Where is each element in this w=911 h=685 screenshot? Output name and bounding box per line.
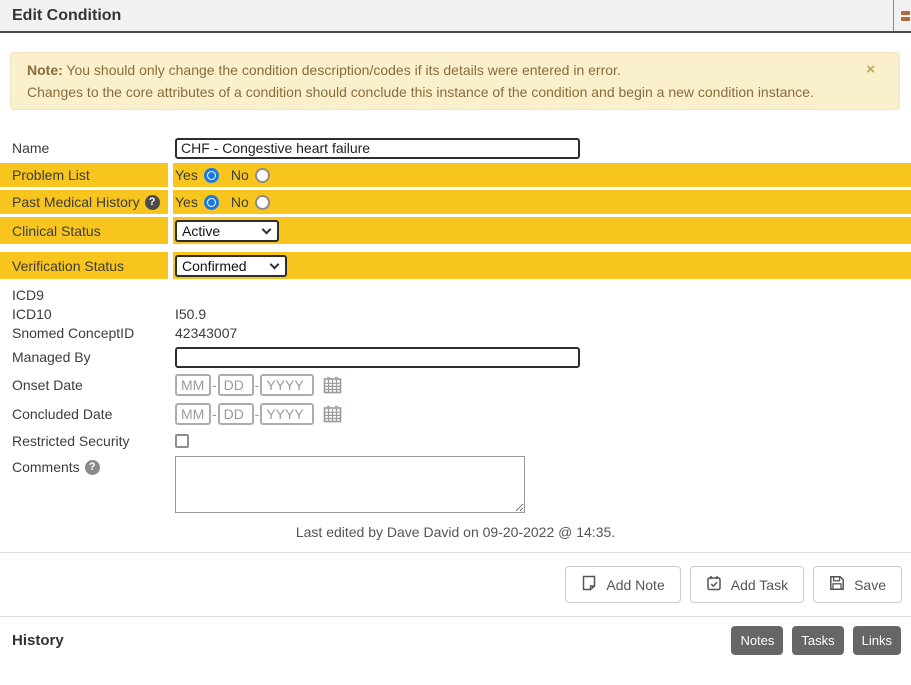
clinical-status-select[interactable]: Active: [175, 220, 279, 242]
add-task-label: Add Task: [731, 577, 788, 593]
help-icon[interactable]: ?: [85, 460, 100, 475]
date-separator: -: [212, 406, 217, 422]
verification-status-label: Verification Status: [0, 252, 168, 279]
icd10-row: ICD10 I50.9: [0, 304, 911, 323]
managed-by-label: Managed By: [0, 345, 168, 369]
managed-by-input[interactable]: [175, 347, 580, 368]
icd9-value: [173, 285, 911, 304]
concluded-day-input[interactable]: [218, 403, 254, 425]
add-note-label: Add Note: [606, 577, 664, 593]
problem-list-no-radio[interactable]: [255, 168, 270, 183]
problem-list-label: Problem List: [0, 163, 168, 187]
onset-month-input[interactable]: [175, 374, 211, 396]
snomed-row: Snomed ConceptID 42343007: [0, 323, 911, 342]
date-separator: -: [255, 406, 260, 422]
concluded-date-row: Concluded Date - -: [0, 402, 911, 426]
history-title: History: [12, 632, 64, 649]
snomed-label: Snomed ConceptID: [0, 323, 168, 342]
action-bar: Add Note Add Task Save: [0, 553, 911, 616]
restricted-security-checkbox[interactable]: [175, 434, 189, 448]
note-icon: [581, 575, 597, 594]
icd9-label: ICD9: [0, 285, 168, 304]
last-edited-text: Last edited by Dave David on 09-20-2022 …: [0, 524, 911, 540]
calendar-icon[interactable]: [323, 376, 342, 394]
page-title: Edit Condition: [12, 7, 121, 25]
comments-textarea[interactable]: [175, 456, 525, 513]
verification-status-select[interactable]: Confirmed: [175, 255, 287, 277]
icd10-value: I50.9: [173, 304, 911, 323]
notes-button[interactable]: Notes: [731, 626, 783, 655]
add-task-button[interactable]: Add Task: [690, 566, 804, 603]
name-label: Name: [0, 135, 168, 161]
tasks-button[interactable]: Tasks: [792, 626, 843, 655]
help-icon[interactable]: ?: [145, 195, 160, 210]
pmh-yes-radio[interactable]: [204, 195, 219, 210]
menu-icon[interactable]: [893, 0, 911, 31]
save-icon: [829, 575, 845, 594]
icd10-label: ICD10: [0, 304, 168, 323]
name-input[interactable]: [175, 138, 580, 159]
save-label: Save: [854, 577, 886, 593]
note-banner-label: Note:: [27, 62, 63, 78]
condition-form: Name Problem List Yes No Past Medical Hi…: [0, 135, 911, 540]
note-banner-text-1: You should only change the condition des…: [63, 62, 621, 78]
date-separator: -: [255, 377, 260, 393]
restricted-security-row: Restricted Security: [0, 431, 911, 451]
onset-year-input[interactable]: [260, 374, 314, 396]
snomed-value: 42343007: [173, 323, 911, 342]
note-banner-text-2: Changes to the core attributes of a cond…: [27, 84, 814, 100]
icd9-row: ICD9: [0, 285, 911, 304]
problem-list-row: Problem List Yes No: [0, 163, 911, 187]
close-icon[interactable]: ×: [866, 63, 875, 77]
comments-row: Comments ?: [0, 456, 911, 516]
onset-date-row: Onset Date - -: [0, 373, 911, 397]
verification-status-row: Verification Status Confirmed: [0, 252, 911, 279]
links-button[interactable]: Links: [853, 626, 901, 655]
menu-bar-icon: [901, 11, 910, 15]
add-note-button[interactable]: Add Note: [565, 566, 680, 603]
pmh-no-label: No: [231, 194, 249, 210]
note-banner: Note: You should only change the conditi…: [10, 52, 900, 110]
onset-day-input[interactable]: [218, 374, 254, 396]
save-button[interactable]: Save: [813, 566, 902, 603]
task-calendar-icon: [706, 575, 722, 594]
past-medical-history-row: Past Medical History ? Yes No: [0, 190, 911, 214]
comments-label: Comments: [12, 459, 80, 475]
concluded-year-input[interactable]: [260, 403, 314, 425]
panel-header: Edit Condition: [0, 0, 911, 33]
name-row: Name: [0, 135, 911, 161]
clinical-status-row: Clinical Status Active: [0, 217, 911, 244]
concluded-date-label: Concluded Date: [0, 402, 168, 426]
problem-list-yes-radio[interactable]: [204, 168, 219, 183]
pmh-yes-label: Yes: [175, 194, 198, 210]
clinical-status-label: Clinical Status: [0, 217, 168, 244]
concluded-month-input[interactable]: [175, 403, 211, 425]
date-separator: -: [212, 377, 217, 393]
pmh-no-radio[interactable]: [255, 195, 270, 210]
calendar-icon[interactable]: [323, 405, 342, 423]
managed-by-row: Managed By: [0, 345, 911, 369]
edit-condition-panel: Edit Condition Note: You should only cha…: [0, 0, 911, 685]
problem-list-no-label: No: [231, 167, 249, 183]
past-medical-history-label: Past Medical History: [12, 194, 140, 210]
problem-list-yes-label: Yes: [175, 167, 198, 183]
onset-date-label: Onset Date: [0, 373, 168, 397]
menu-bar-icon: [901, 17, 910, 21]
history-section: History Notes Tasks Links: [0, 617, 911, 655]
restricted-security-label: Restricted Security: [0, 431, 168, 451]
